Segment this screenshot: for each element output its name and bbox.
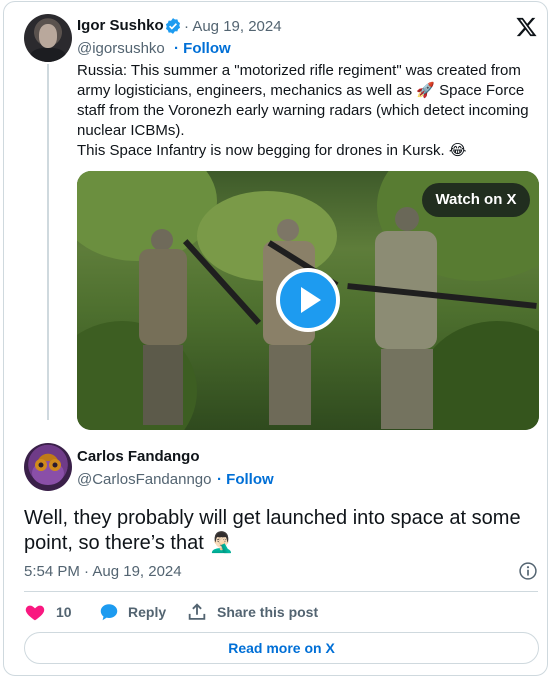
reply-author-avatar[interactable] (24, 443, 72, 491)
reply-bubble-icon[interactable] (98, 601, 120, 623)
embedded-post-card: Igor Sushko · Aug 19, 2024 @igorsushko ·… (3, 1, 548, 676)
post-text-paragraph-1: Russia: This summer a "motorized rifle r… (77, 62, 529, 139)
play-icon[interactable] (276, 268, 340, 332)
post-date[interactable]: · Aug 19, 2024 (184, 18, 282, 35)
follow-author-button[interactable]: · Follow (174, 40, 231, 57)
like-count[interactable]: 10 (56, 604, 72, 620)
author-avatar[interactable] (24, 14, 72, 62)
reply-author-name[interactable]: Carlos Fandango (77, 448, 200, 465)
reply-text: Well, they probably will get launched in… (24, 507, 521, 554)
follow-reply-author-button[interactable]: · Follow (217, 471, 274, 488)
read-more-button[interactable]: Read more on X (24, 632, 539, 664)
reply-author-handle[interactable]: @CarlosFandanngo (77, 471, 211, 488)
heart-icon[interactable] (24, 601, 46, 623)
author-name[interactable]: Igor Sushko (77, 17, 164, 34)
thread-connector-line (47, 64, 49, 420)
watch-on-x-button[interactable]: Watch on X (422, 183, 530, 217)
action-divider (24, 591, 538, 592)
author-handle[interactable]: @igorsushko (77, 40, 165, 57)
reply-button[interactable]: Reply (128, 604, 166, 620)
post-text-paragraph-2: This Space Infantry is now begging for d… (77, 142, 467, 159)
verified-badge-icon (165, 18, 181, 34)
reply-timestamp[interactable]: 5:54 PM · Aug 19, 2024 (24, 563, 182, 580)
video-thumbnail[interactable]: Watch on X (77, 171, 539, 430)
x-logo-icon[interactable] (515, 16, 538, 38)
post-text: Russia: This summer a "motorized rifle r… (77, 61, 537, 161)
info-icon[interactable] (518, 561, 538, 581)
share-icon[interactable] (186, 601, 208, 623)
share-post-button[interactable]: Share this post (217, 604, 318, 620)
